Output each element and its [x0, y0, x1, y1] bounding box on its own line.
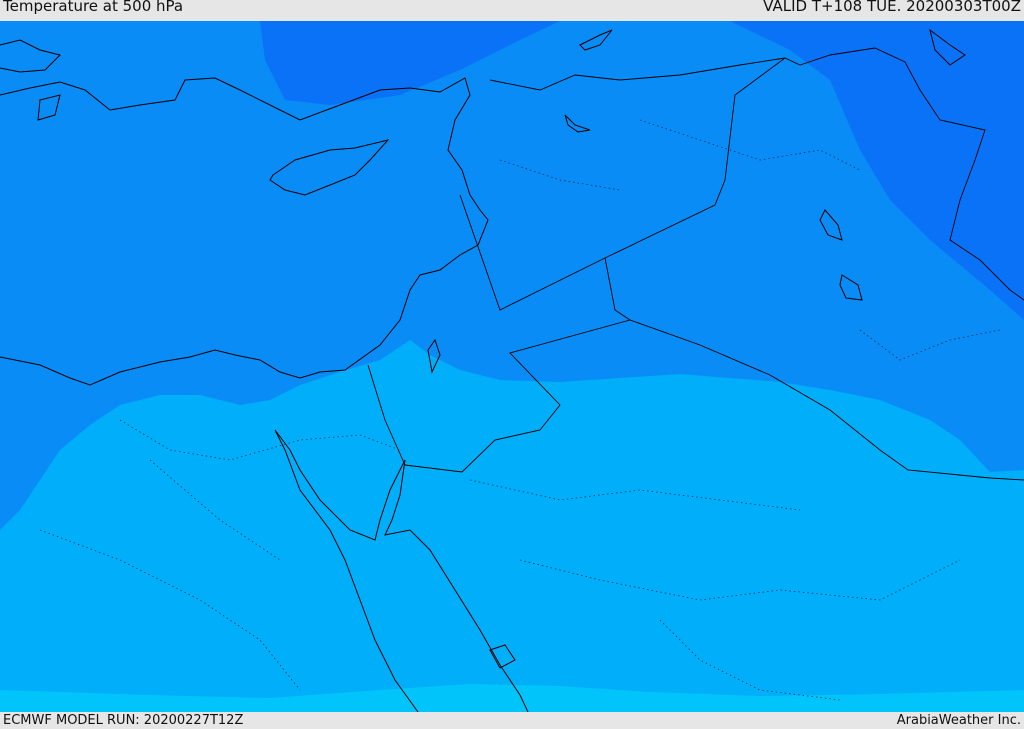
- weather-map: [0, 21, 1024, 712]
- map-title: Temperature at 500 hPa: [3, 0, 184, 15]
- credit-label: ArabiaWeather Inc.: [896, 713, 1021, 728]
- header-bar: Temperature at 500 hPa VALID T+108 TUE. …: [0, 0, 1024, 21]
- model-run-label: ECMWF MODEL RUN: 20200227T12Z: [3, 713, 244, 728]
- valid-time-label: VALID T+108 TUE. 20200303T00Z: [763, 0, 1021, 15]
- footer-bar: ECMWF MODEL RUN: 20200227T12Z ArabiaWeat…: [0, 712, 1024, 729]
